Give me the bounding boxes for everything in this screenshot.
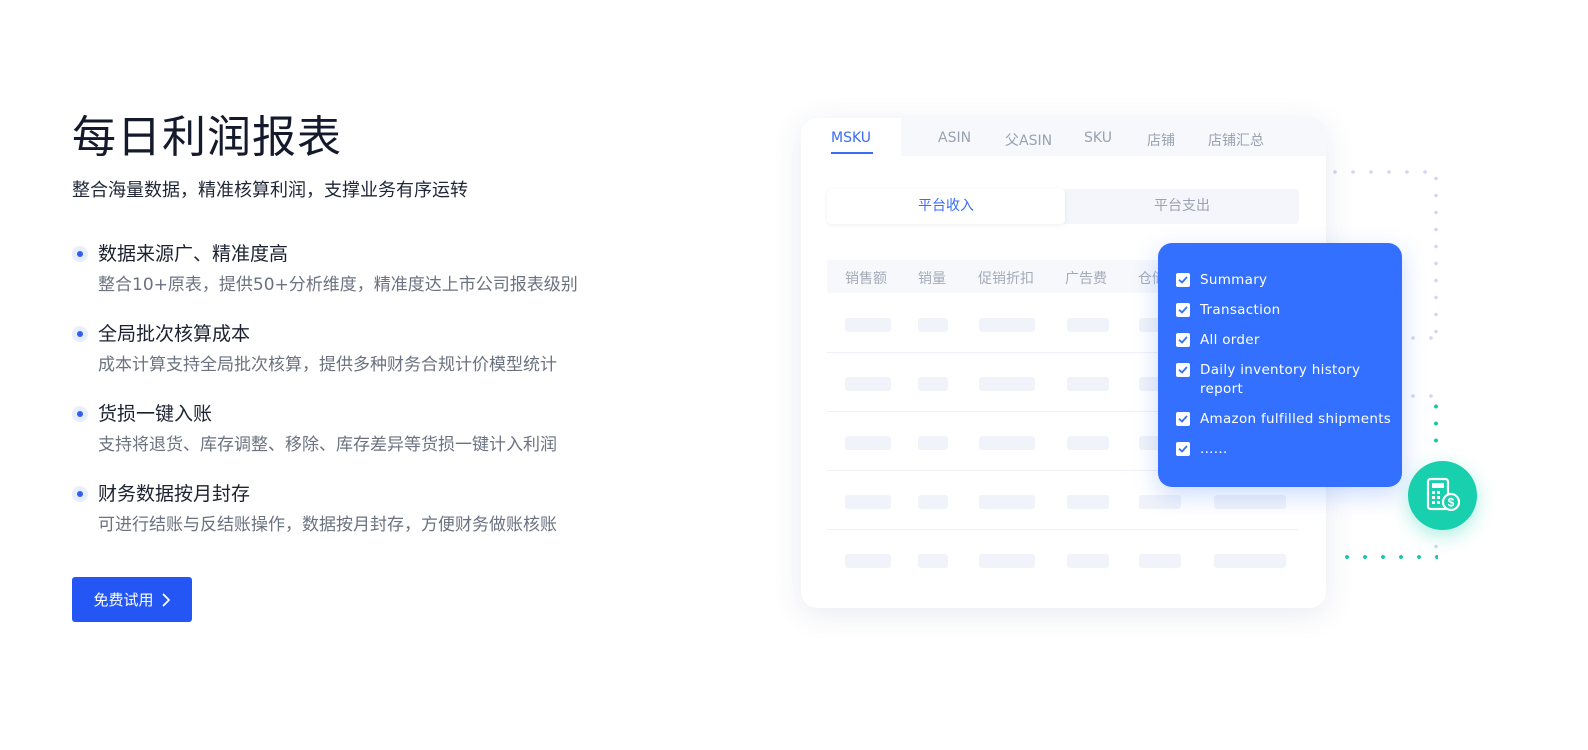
bullet-dot-icon	[72, 326, 88, 342]
checkbox-checked[interactable]	[1176, 273, 1190, 287]
table-cell-placeholder	[1214, 495, 1286, 509]
table-cell-placeholder	[845, 436, 891, 450]
checklist-item[interactable]: Daily inventory history report	[1176, 361, 1386, 399]
checkbox-checked[interactable]	[1176, 442, 1190, 456]
column-header: 促销折扣	[978, 271, 1034, 287]
column-header: 销量	[918, 271, 946, 287]
decorative-dots	[1434, 398, 1438, 448]
table-cell-placeholder	[1139, 495, 1181, 509]
checkbox-checked[interactable]	[1176, 303, 1190, 317]
free-trial-button[interactable]: 免费试用	[72, 577, 192, 622]
segment-platform-expense[interactable]: 平台支出	[1065, 189, 1299, 224]
calculator-dollar-icon: $	[1426, 477, 1461, 512]
feature-description: 成本计算支持全局批次核算，提供多种财务合规计价模型统计	[98, 355, 557, 375]
tab-parent-asin[interactable]: 父ASIN	[1005, 130, 1052, 150]
bullet-dot-icon	[72, 486, 88, 502]
decorative-dots	[1434, 170, 1438, 335]
table-cell-placeholder	[918, 554, 948, 568]
feature-title: 财务数据按月封存	[98, 483, 251, 505]
table-cell-placeholder	[1067, 377, 1109, 391]
table-cell-placeholder	[1067, 318, 1109, 332]
data-source-checklist: Summary Transaction All order Daily inve…	[1158, 243, 1402, 487]
feature-title: 货损一键入账	[98, 403, 213, 425]
checklist-item[interactable]: All order	[1176, 331, 1402, 350]
active-tab-indicator	[831, 152, 873, 154]
feature-list: 数据来源广、精准度高 整合10+原表，提供50+分析维度，精准度达上市公司报表级…	[72, 240, 632, 560]
feature-title: 数据来源广、精准度高	[98, 243, 289, 265]
checkmark-icon	[1178, 415, 1188, 423]
table-cell-placeholder	[1067, 554, 1109, 568]
page-title: 每日利润报表	[72, 112, 342, 163]
table-cell-placeholder	[845, 377, 891, 391]
table-cell-placeholder	[1139, 554, 1181, 568]
feature-item: 全局批次核算成本 成本计算支持全局批次核算，提供多种财务合规计价模型统计	[72, 320, 632, 400]
table-cell-placeholder	[918, 318, 948, 332]
table-cell-placeholder	[918, 495, 948, 509]
decorative-dots	[1404, 394, 1434, 398]
decorative-dots	[1404, 336, 1434, 340]
checklist-label: ......	[1200, 441, 1228, 457]
table-cell-placeholder	[1067, 436, 1109, 450]
checklist-item[interactable]: Summary	[1176, 271, 1402, 290]
calculator-badge: $	[1408, 461, 1477, 530]
feature-item: 数据来源广、精准度高 整合10+原表，提供50+分析维度，精准度达上市公司报表级…	[72, 240, 632, 320]
table-cell-placeholder	[1067, 495, 1109, 509]
column-header: 广告费	[1065, 271, 1107, 287]
table-cell-placeholder	[979, 377, 1035, 391]
dimension-tab-bar: MSKU ASIN 父ASIN SKU 店铺 店铺汇总	[801, 118, 1326, 156]
checkmark-icon	[1178, 336, 1188, 344]
checkbox-checked[interactable]	[1176, 333, 1190, 347]
checkmark-icon	[1178, 276, 1188, 284]
checkbox-checked[interactable]	[1176, 363, 1190, 377]
segment-platform-income[interactable]: 平台收入	[827, 189, 1065, 224]
checkmark-icon	[1178, 306, 1188, 314]
svg-text:$: $	[1448, 496, 1455, 510]
bullet-dot-icon	[72, 246, 88, 262]
tab-store[interactable]: 店铺	[1147, 130, 1175, 150]
checklist-label: Amazon fulfilled shipments	[1200, 411, 1392, 427]
tab-store-summary[interactable]: 店铺汇总	[1208, 130, 1264, 150]
chevron-right-icon	[162, 593, 170, 606]
checklist-label: Transaction	[1200, 302, 1281, 318]
table-cell-placeholder	[845, 318, 891, 332]
page-subtitle: 整合海量数据，精准核算利润，支撑业务有序运转	[72, 180, 468, 201]
table-cell-placeholder	[918, 436, 948, 450]
decorative-dots	[1326, 170, 1438, 174]
feature-item: 货损一键入账 支持将退货、库存调整、移除、库存差异等货损一键计入利润	[72, 400, 632, 480]
checkmark-icon	[1178, 445, 1188, 453]
checklist-item[interactable]: Amazon fulfilled shipments	[1176, 410, 1402, 429]
checklist-item[interactable]: Transaction	[1176, 301, 1402, 320]
feature-title: 全局批次核算成本	[98, 323, 251, 345]
tab-sku[interactable]: SKU	[1084, 130, 1112, 146]
feature-item: 财务数据按月封存 可进行结账与反结账操作，数据按月封存，方便财务做账核账	[72, 480, 632, 560]
bullet-dot-icon	[72, 406, 88, 422]
table-row	[827, 531, 1299, 589]
income-expense-toggle: 平台收入 平台支出	[827, 189, 1299, 224]
checklist-label: Summary	[1200, 272, 1268, 288]
feature-description: 可进行结账与反结账操作，数据按月封存，方便财务做账核账	[98, 515, 557, 535]
table-cell-placeholder	[845, 554, 891, 568]
tab-asin[interactable]: ASIN	[938, 130, 971, 146]
table-cell-placeholder	[979, 554, 1035, 568]
checkbox-checked[interactable]	[1176, 412, 1190, 426]
table-cell-placeholder	[918, 377, 948, 391]
free-trial-label: 免费试用	[93, 591, 154, 609]
checklist-label: All order	[1200, 332, 1260, 348]
checklist-label: Daily inventory history report	[1200, 362, 1361, 397]
feature-description: 支持将退货、库存调整、移除、库存差异等货损一键计入利润	[98, 435, 557, 455]
table-cell-placeholder	[845, 495, 891, 509]
tab-msku[interactable]: MSKU	[831, 130, 871, 146]
column-header: 销售额	[845, 271, 887, 287]
table-cell-placeholder	[1214, 554, 1286, 568]
table-cell-placeholder	[979, 436, 1035, 450]
table-cell-placeholder	[979, 318, 1035, 332]
checklist-item[interactable]: ......	[1176, 440, 1402, 459]
feature-description: 整合10+原表，提供50+分析维度，精准度达上市公司报表级别	[98, 275, 578, 295]
checkmark-icon	[1178, 366, 1188, 374]
table-cell-placeholder	[979, 495, 1035, 509]
decorative-dots	[1338, 555, 1438, 559]
